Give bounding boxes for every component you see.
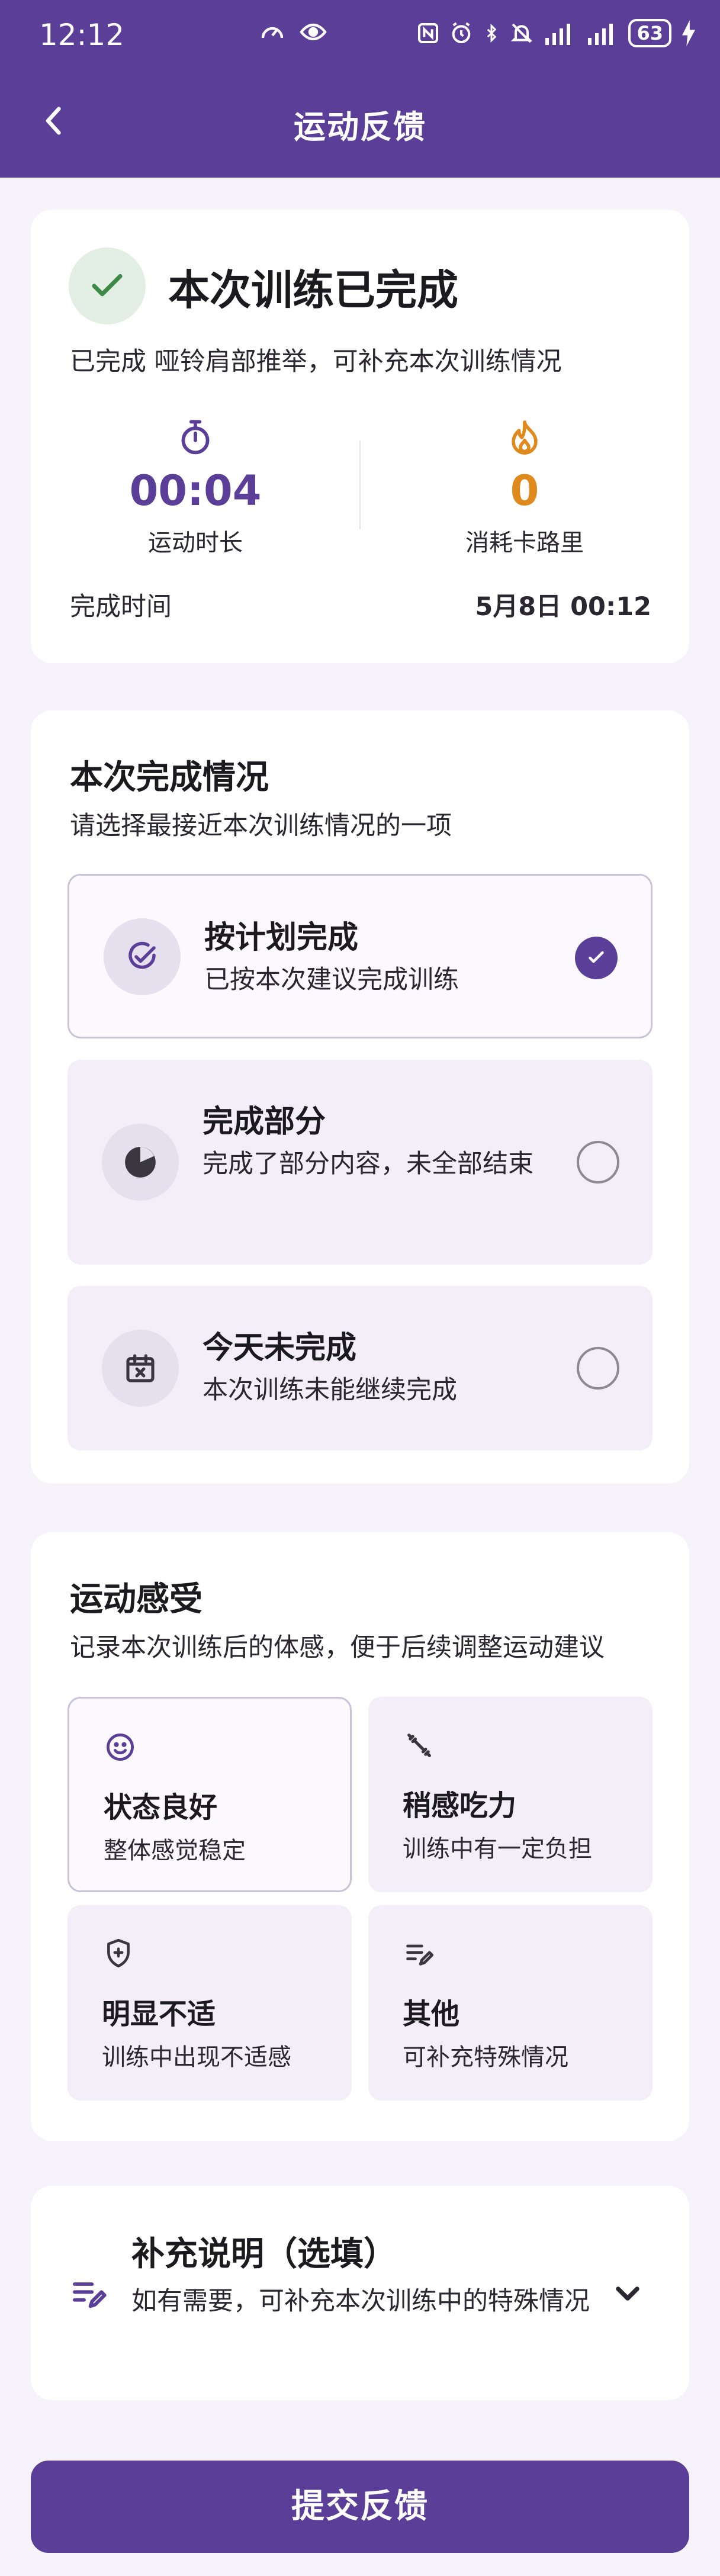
section-title: 本次完成情况 bbox=[70, 758, 269, 797]
completion-time-value: 5月8日 00:12 bbox=[475, 592, 651, 622]
check-circle-icon bbox=[128, 941, 156, 969]
option-icon bbox=[102, 1330, 179, 1407]
completion-title: 本次训练已完成 bbox=[168, 266, 458, 314]
feel-title: 其他 bbox=[403, 1998, 460, 2031]
dumbbell-icon bbox=[407, 1734, 431, 1757]
completion-time-label: 完成时间 bbox=[70, 592, 172, 622]
feel-slightly-tired[interactable]: 稍感吃力 训练中有一定负担 bbox=[368, 1697, 652, 1892]
feel-title: 状态良好 bbox=[104, 1791, 218, 1824]
feel-title: 稍感吃力 bbox=[403, 1789, 517, 1822]
charging-icon bbox=[682, 20, 695, 46]
option-icon bbox=[102, 1124, 179, 1201]
eye-icon bbox=[300, 23, 327, 41]
check-icon bbox=[92, 274, 123, 297]
option-title: 按计划完成 bbox=[204, 920, 359, 956]
edit-note-icon bbox=[406, 1944, 434, 1966]
note-desc: 如有需要，可补充本次训练中的特殊情况 bbox=[131, 2286, 590, 2316]
calories-label: 消耗卡路里 bbox=[465, 529, 584, 557]
bluetooth-icon bbox=[487, 23, 497, 43]
stats-row: 00:04 运动时长 0 消耗卡路里 bbox=[31, 417, 689, 557]
edit-note-icon bbox=[73, 2282, 107, 2308]
option-title: 今天未完成 bbox=[202, 1330, 357, 1366]
status-right-icons: 63 bbox=[416, 19, 696, 47]
pie-chart-icon bbox=[125, 1147, 156, 1178]
flame-icon bbox=[512, 420, 538, 455]
option-desc: 本次训练未能继续完成 bbox=[202, 1375, 457, 1405]
feel-desc: 训练中有一定负担 bbox=[403, 1835, 592, 1863]
option-partial[interactable]: 完成部分 完成了部分内容，未全部结束 bbox=[68, 1060, 652, 1265]
calendar-x-icon bbox=[126, 1354, 155, 1382]
feel-discomfort[interactable]: 明显不适 训练中出现不适感 bbox=[68, 1905, 352, 2101]
signal-icon bbox=[545, 24, 571, 45]
section-subtitle: 记录本次训练后的体感，便于后续调整运动建议 bbox=[70, 1633, 605, 1662]
radio-selected[interactable] bbox=[575, 937, 618, 979]
submit-feedback-button[interactable]: 提交反馈 bbox=[31, 2461, 689, 2553]
feel-other[interactable]: 其他 可补充特殊情况 bbox=[368, 1905, 652, 2101]
calories-stat: 0 消耗卡路里 bbox=[360, 417, 689, 558]
option-as-planned[interactable]: 按计划完成 已按本次建议完成训练 bbox=[68, 874, 652, 1038]
feel-title: 明显不适 bbox=[102, 1998, 216, 2031]
alarm-icon bbox=[452, 22, 471, 43]
feel-desc: 训练中出现不适感 bbox=[102, 2044, 291, 2071]
option-not-completed[interactable]: 今天未完成 本次训练未能继续完成 bbox=[68, 1286, 652, 1451]
option-icon bbox=[104, 918, 181, 995]
page-title: 运动反馈 bbox=[294, 108, 426, 146]
smile-icon bbox=[107, 1734, 134, 1761]
calories-value: 0 bbox=[510, 467, 539, 515]
mute-icon bbox=[511, 23, 533, 43]
option-desc: 已按本次建议完成训练 bbox=[204, 965, 459, 995]
duration-stat: 00:04 运动时长 bbox=[31, 417, 360, 558]
speedometer-icon bbox=[261, 27, 284, 38]
check-icon bbox=[589, 951, 604, 963]
duration-label: 运动时长 bbox=[148, 529, 243, 557]
feeling-card: 运动感受 记录本次训练后的体感，便于后续调整运动建议 状态良好 整体感觉稳定 稍… bbox=[31, 1532, 689, 2141]
nfc-icon bbox=[418, 23, 439, 43]
note-title: 补充说明（选填） bbox=[131, 2235, 397, 2273]
status-time: 12:12 bbox=[39, 18, 125, 52]
feel-good[interactable]: 状态良好 整体感觉稳定 bbox=[68, 1697, 352, 1892]
feel-desc: 整体感觉稳定 bbox=[104, 1837, 246, 1864]
option-desc: 完成了部分内容，未全部结束 bbox=[202, 1149, 533, 1179]
status-left-icons bbox=[258, 18, 329, 46]
chevron-down-icon[interactable] bbox=[609, 2275, 647, 2313]
supplement-note-card[interactable]: 补充说明（选填） 如有需要，可补充本次训练中的特殊情况 bbox=[31, 2186, 689, 2400]
option-title: 完成部分 bbox=[202, 1104, 326, 1140]
completed-badge bbox=[69, 247, 146, 324]
completion-description: 已完成 哑铃肩部推举，可补充本次训练情况 bbox=[70, 347, 562, 377]
section-subtitle: 请选择最接近本次训练情况的一项 bbox=[70, 811, 452, 841]
section-title: 运动感受 bbox=[70, 1580, 202, 1619]
stopwatch-icon bbox=[181, 420, 210, 455]
duration-value: 00:04 bbox=[129, 467, 262, 515]
completion-status-card: 本次完成情况 请选择最接近本次训练情况的一项 按计划完成 已按本次建议完成训练 … bbox=[31, 710, 689, 1484]
status-bar: 12:12 63 bbox=[0, 0, 720, 70]
app-header: 12:12 63 运动反馈 bbox=[0, 0, 720, 178]
feel-desc: 可补充特殊情况 bbox=[403, 2044, 568, 2071]
radio-unselected[interactable] bbox=[577, 1347, 619, 1390]
battery-indicator: 63 bbox=[628, 19, 671, 47]
signal-icon bbox=[588, 24, 613, 45]
shield-plus-icon bbox=[107, 1938, 130, 1968]
radio-unselected[interactable] bbox=[577, 1141, 619, 1184]
completion-card: 本次训练已完成 已完成 哑铃肩部推举，可补充本次训练情况 00:04 运动时长 … bbox=[31, 210, 689, 663]
